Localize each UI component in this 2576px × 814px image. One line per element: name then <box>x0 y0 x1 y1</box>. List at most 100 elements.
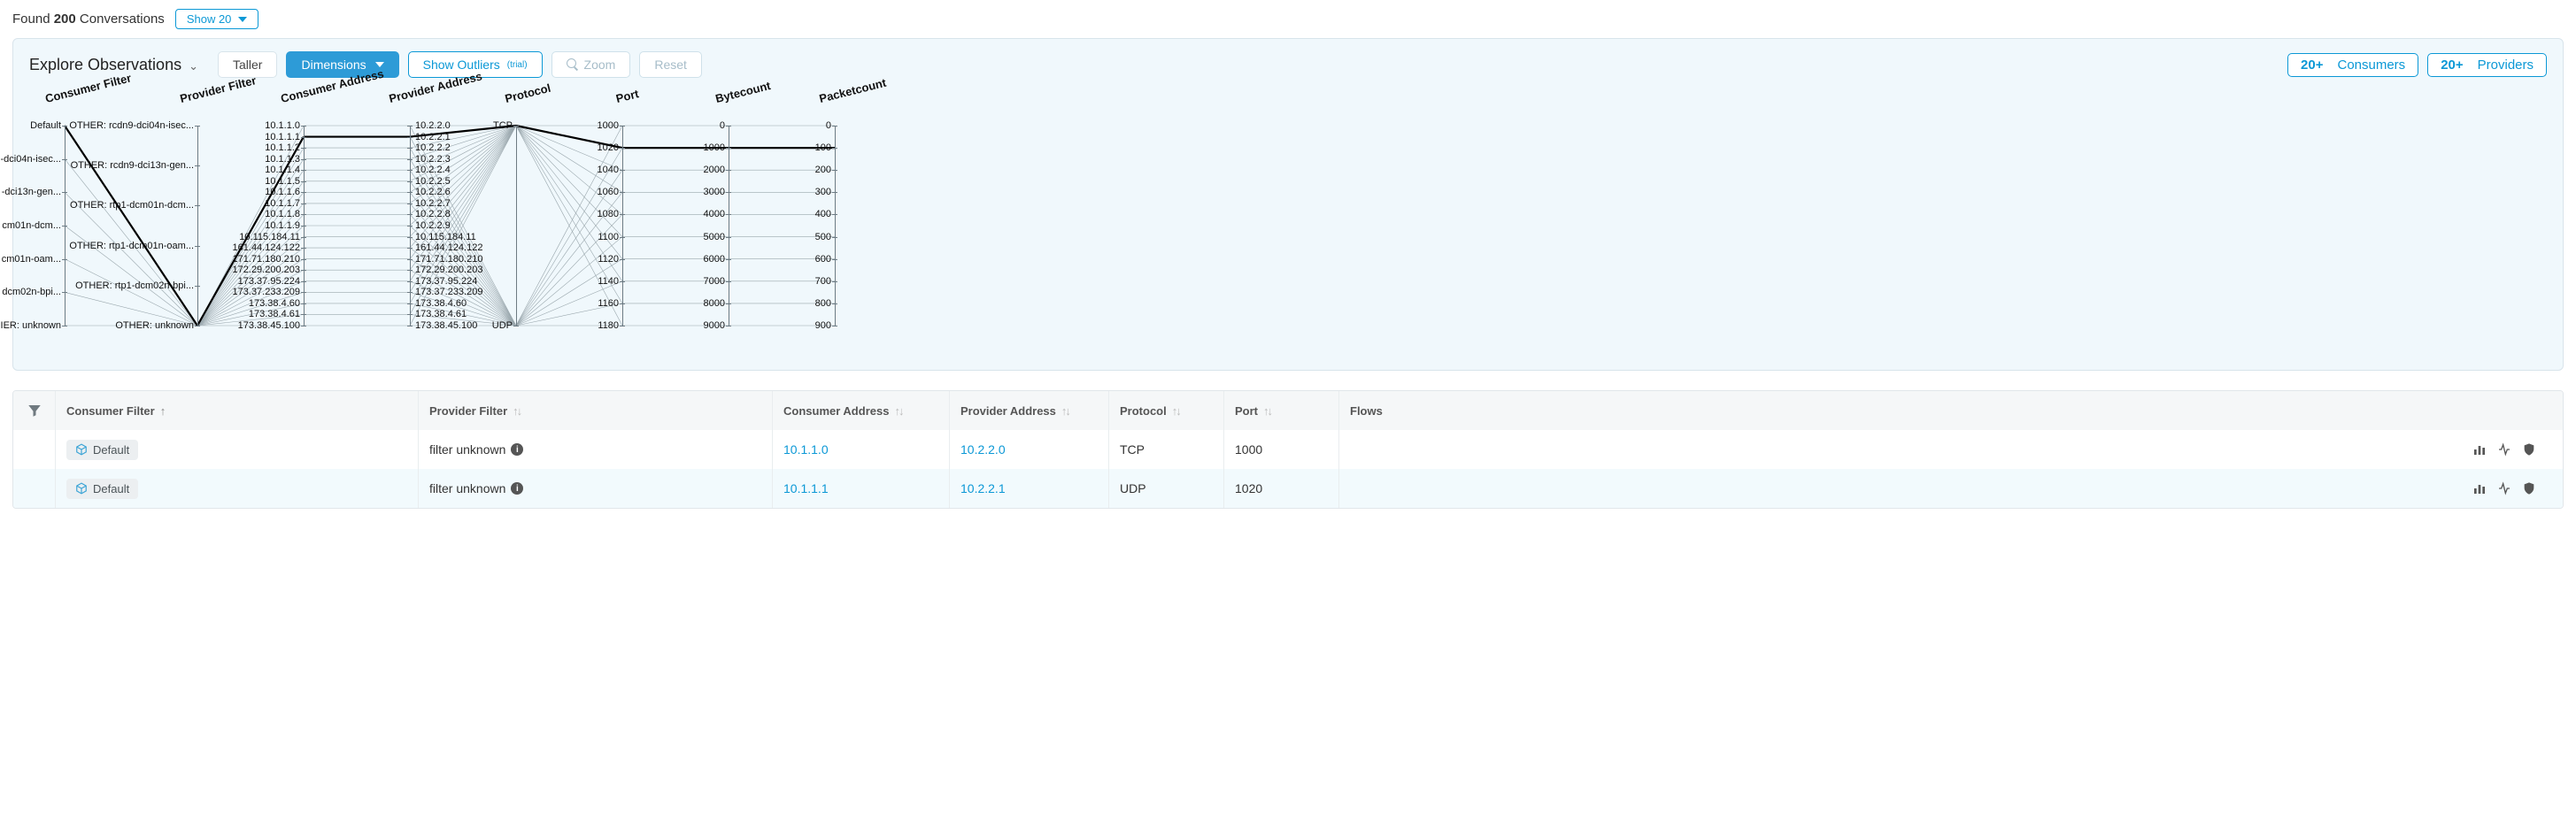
axis-tick: OTHER: rcdn9-dci04n-isec... <box>69 121 194 131</box>
axis-tick: 161.44.124.122 <box>415 243 482 253</box>
axis-tick: 10.1.1.5 <box>265 177 300 187</box>
provider-filter-cell: filter unknown i <box>419 430 773 469</box>
axis-tick: 161.44.124.122 <box>233 243 300 253</box>
provider-filter-cell: filter unknown i <box>419 469 773 508</box>
axis-tick: 1160 <box>598 299 619 309</box>
axis-tick: OTHER: rtp1-dcm01n-oam... <box>69 242 194 251</box>
conversations-table: Consumer Filter Provider Filter Consumer… <box>12 390 2564 509</box>
flows-cell <box>1339 430 2563 469</box>
consumers-count: 20+ <box>2301 58 2323 73</box>
axis-tick: 173.38.4.60 <box>415 299 467 309</box>
axis-tick: 700 <box>815 277 831 287</box>
consumer-address-link[interactable]: 10.1.1.1 <box>773 469 950 508</box>
activity-icon[interactable] <box>2497 481 2511 495</box>
axis-tick: 10.1.1.4 <box>265 165 300 175</box>
providers-label: Providers <box>2478 58 2534 73</box>
shield-icon[interactable] <box>2522 442 2536 457</box>
reset-button[interactable]: Reset <box>639 51 702 78</box>
axis-tick: 10.1.1.3 <box>265 155 300 165</box>
axis-tick: 1020 <box>598 143 619 153</box>
table-row[interactable]: Default filter unknown i10.1.1.110.2.2.1U… <box>13 469 2563 508</box>
parallel-coords-chart[interactable]: Consumer FilterDefault-dci04n-isec...-dc… <box>29 97 2547 354</box>
axis-tick: 10.2.2.0 <box>415 121 451 131</box>
axis-tick: 1100 <box>598 233 619 242</box>
axis-tick: 0 <box>720 121 725 131</box>
axis-tick: 173.37.95.224 <box>238 277 300 287</box>
show-outliers-label: Show Outliers <box>423 58 500 72</box>
axis-tick: TCP <box>493 121 513 131</box>
info-icon[interactable]: i <box>511 443 523 456</box>
axis-tick: 10.1.1.0 <box>265 121 300 131</box>
consumers-pill[interactable]: 20+ Consumers <box>2287 53 2418 77</box>
port-cell: 1000 <box>1224 430 1339 469</box>
consumer-filter-chip[interactable]: Default <box>66 479 138 499</box>
info-icon[interactable]: i <box>511 482 523 495</box>
taller-label: Taller <box>233 58 262 72</box>
bar-chart-icon[interactable] <box>2472 442 2487 457</box>
axis-tick: 173.37.233.209 <box>415 288 482 297</box>
axis-tick: 6000 <box>704 255 725 265</box>
axis-tick: 1000 <box>598 121 619 131</box>
col-consumer-filter[interactable]: Consumer Filter <box>56 391 419 430</box>
axis-tick: 10.2.2.1 <box>415 133 451 142</box>
providers-pill[interactable]: 20+ Providers <box>2427 53 2547 77</box>
col-protocol[interactable]: Protocol <box>1109 391 1224 430</box>
axis-tick: cm01n-dcm... <box>2 221 61 231</box>
axis-tick: 0 <box>826 121 831 131</box>
explore-panel: Explore Observations ⌄ Taller Dimensions… <box>12 38 2564 371</box>
axis-tick: 200 <box>815 165 831 175</box>
axis-tick: 2000 <box>704 165 725 175</box>
explore-toolbar: Explore Observations ⌄ Taller Dimensions… <box>29 51 2547 78</box>
axis-tick: 10.2.2.3 <box>415 155 451 165</box>
found-count: 200 <box>54 12 76 27</box>
zoom-button[interactable]: Zoom <box>551 51 631 78</box>
axis-tick: 10.2.2.8 <box>415 210 451 219</box>
provider-address-link[interactable]: 10.2.2.1 <box>950 469 1109 508</box>
zoom-label: Zoom <box>584 58 616 72</box>
explore-title[interactable]: Explore Observations ⌄ <box>29 56 198 74</box>
axis-tick: OTHER: unknown <box>115 321 194 331</box>
axis-title: Packetcount <box>818 76 888 105</box>
axis-tick: 10.1.1.1 <box>265 133 300 142</box>
axis-tick: 1040 <box>598 165 619 175</box>
axis-title: Provider Filter <box>179 73 258 105</box>
found-prefix: Found <box>12 12 50 27</box>
axis-tick: 10.2.2.4 <box>415 165 451 175</box>
axis-tick: 500 <box>815 233 831 242</box>
axis-tick: 10.2.2.5 <box>415 177 451 187</box>
provider-address-link[interactable]: 10.2.2.0 <box>950 430 1109 469</box>
consumer-filter-chip[interactable]: Default <box>66 440 138 460</box>
taller-button[interactable]: Taller <box>218 51 277 78</box>
col-port[interactable]: Port <box>1224 391 1339 430</box>
bar-chart-icon[interactable] <box>2472 481 2487 495</box>
axis-tick: 4000 <box>704 210 725 219</box>
axis-tick: 1140 <box>598 277 619 287</box>
axis-tick: 100 <box>815 143 831 153</box>
page-size-select[interactable]: Show 20 <box>175 9 259 29</box>
axis-tick: 173.38.4.60 <box>249 299 300 309</box>
activity-icon[interactable] <box>2497 442 2511 457</box>
axis-tick: 10.1.1.6 <box>265 188 300 197</box>
axis-title: Bytecount <box>714 79 772 105</box>
col-consumer-address[interactable]: Consumer Address <box>773 391 950 430</box>
trial-badge: (trial) <box>507 60 528 70</box>
axis-tick: IER: unknown <box>1 321 61 331</box>
search-icon <box>567 58 579 71</box>
col-provider-address[interactable]: Provider Address <box>950 391 1109 430</box>
axis-tick: 400 <box>815 210 831 219</box>
col-provider-filter[interactable]: Provider Filter <box>419 391 773 430</box>
protocol-cell: UDP <box>1109 469 1224 508</box>
axis-tick: 3000 <box>704 188 725 197</box>
protocol-cell: TCP <box>1109 430 1224 469</box>
consumer-address-link[interactable]: 10.1.1.0 <box>773 430 950 469</box>
axis-tick: 10.1.1.9 <box>265 221 300 231</box>
table-row[interactable]: Default filter unknown i10.1.1.010.2.2.0T… <box>13 430 2563 469</box>
axis-title: Protocol <box>504 81 552 105</box>
axis-tick: -dci13n-gen... <box>2 188 61 197</box>
filter-column[interactable] <box>13 391 56 430</box>
shield-icon[interactable] <box>2522 481 2536 495</box>
flows-cell <box>1339 469 2563 508</box>
flow-actions <box>2472 442 2552 457</box>
axis-tick: 173.38.45.100 <box>415 321 477 331</box>
axis-tick: 173.38.45.100 <box>238 321 300 331</box>
